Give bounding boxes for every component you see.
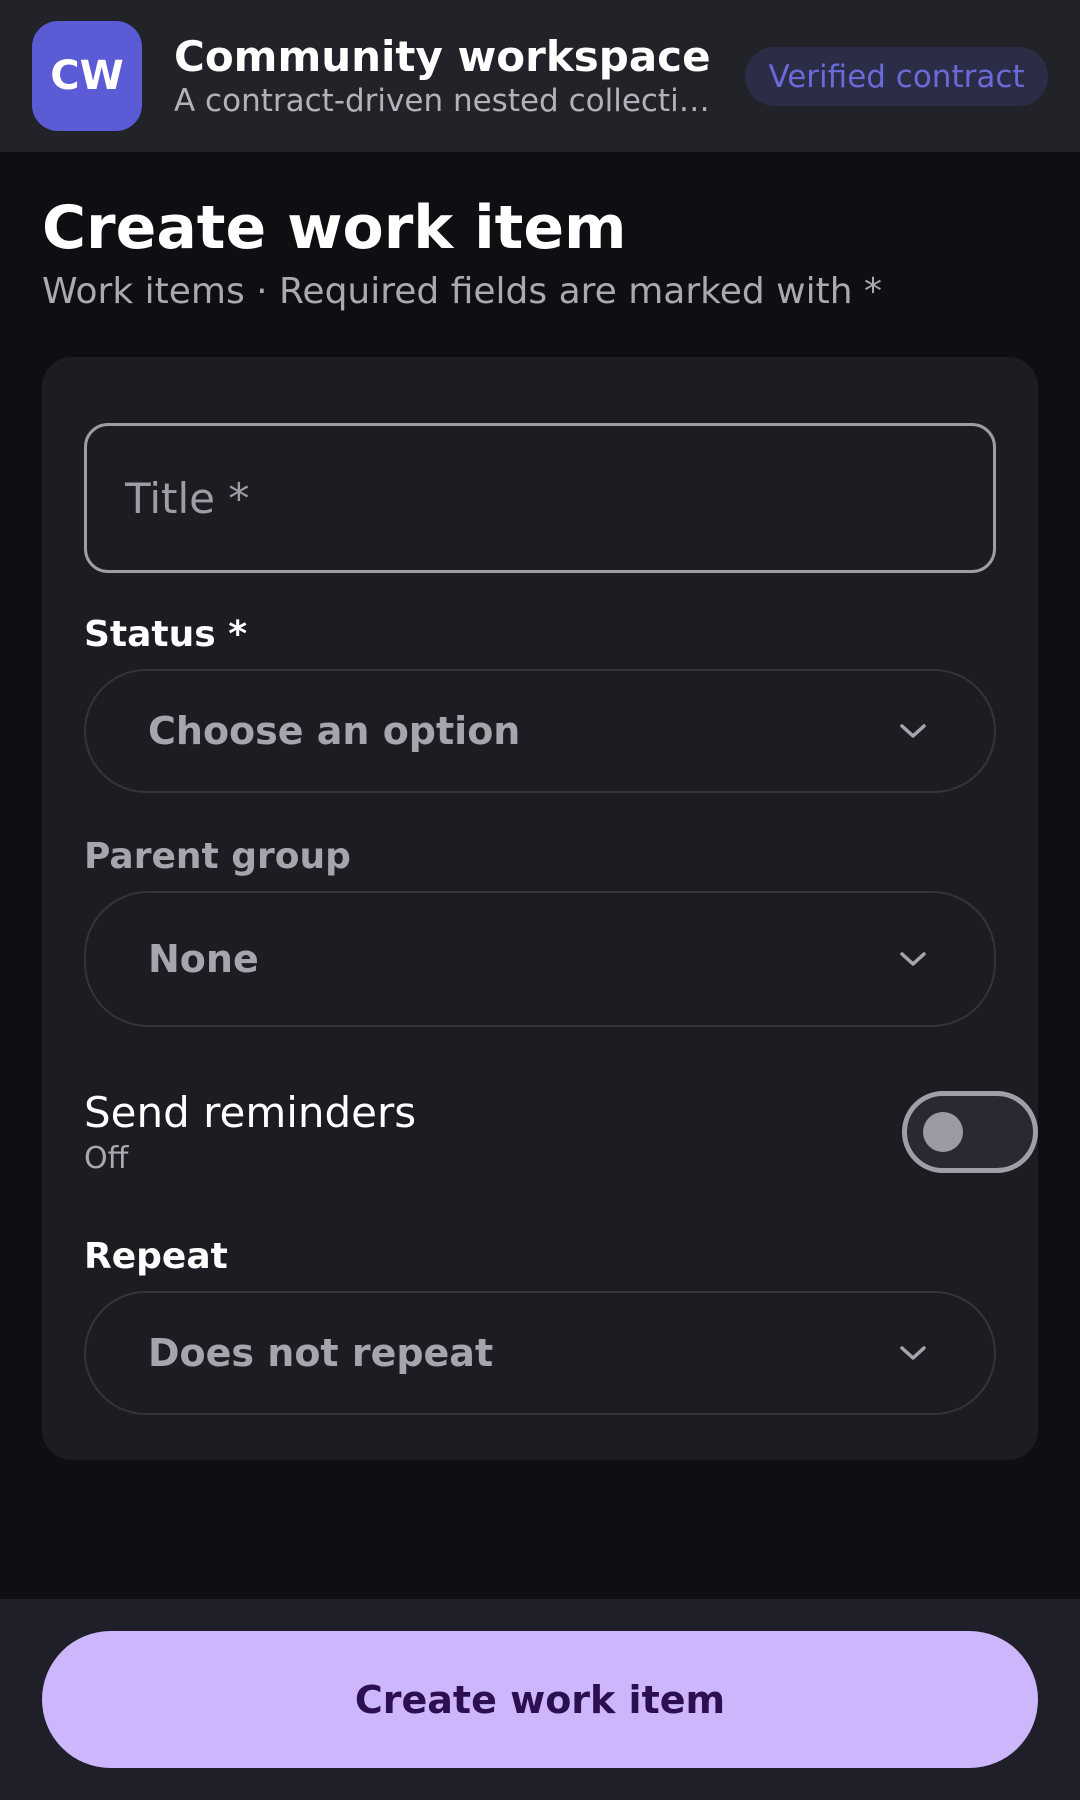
repeat-label: Repeat <box>84 1236 228 1277</box>
title-field[interactable] <box>84 423 996 573</box>
workspace-logo: CW <box>32 21 142 131</box>
chevron-down-icon <box>900 1346 926 1360</box>
page-subtitle: Work items · Required fields are marked … <box>42 271 882 312</box>
send-reminders-state: Off <box>84 1141 129 1176</box>
send-reminders-toggle[interactable] <box>902 1091 1038 1173</box>
work-item-form-card: Status * Choose an option Parent group N… <box>42 357 1038 1460</box>
status-select[interactable]: Choose an option <box>84 669 996 793</box>
app-root: CW Community workspace A contract-driven… <box>0 0 1080 1800</box>
send-reminders-label: Send reminders <box>84 1088 417 1137</box>
form-footer: Create work item <box>0 1599 1080 1800</box>
verified-contract-badge: Verified contract <box>745 47 1048 106</box>
status-label: Status * <box>84 614 248 655</box>
page-title: Create work item <box>42 193 627 263</box>
header-text: Community workspace A contract-driven ne… <box>174 32 714 120</box>
repeat-select[interactable]: Does not repeat <box>84 1291 996 1415</box>
app-title: Community workspace <box>174 32 711 81</box>
app-subtitle: A contract-driven nested collection edit… <box>174 83 714 119</box>
title-input[interactable] <box>125 426 993 570</box>
repeat-select-value: Does not repeat <box>148 1331 494 1375</box>
chevron-down-icon <box>900 724 926 738</box>
app-header: CW Community workspace A contract-driven… <box>0 0 1080 152</box>
parent-group-select[interactable]: None <box>84 891 996 1027</box>
send-reminders-row: Send reminders Off <box>84 1087 1038 1187</box>
chevron-down-icon <box>900 952 926 966</box>
status-select-value: Choose an option <box>148 709 521 753</box>
parent-group-select-value: None <box>148 937 259 981</box>
create-work-item-button[interactable]: Create work item <box>42 1631 1038 1768</box>
toggle-knob <box>923 1112 963 1152</box>
parent-group-label: Parent group <box>84 836 351 877</box>
